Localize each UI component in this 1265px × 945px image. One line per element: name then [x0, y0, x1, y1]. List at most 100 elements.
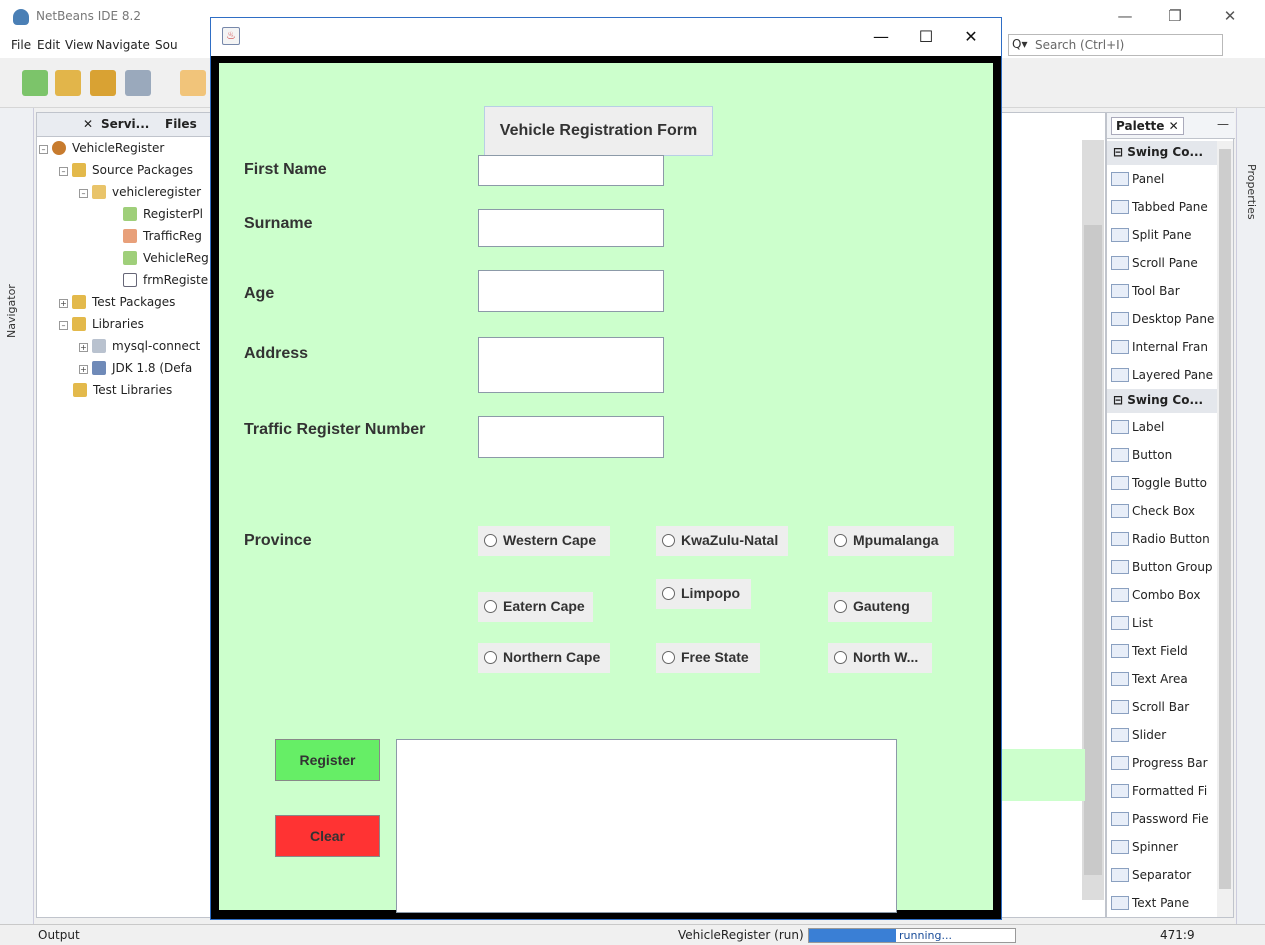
palette-item[interactable]: Combo Box [1107, 581, 1217, 609]
tree-item[interactable]: Test Libraries [73, 383, 172, 403]
radio-mpumalanga[interactable]: Mpumalanga [828, 526, 954, 556]
palette-item[interactable]: Scroll Pane [1107, 249, 1217, 277]
palette-item[interactable]: Label [1107, 413, 1217, 441]
palette-item[interactable]: Formatted Fi [1107, 777, 1217, 805]
tree-item[interactable]: – vehicleregister [79, 185, 201, 205]
component-icon [1111, 700, 1129, 714]
radio-eastern-cape[interactable]: Eatern Cape [478, 592, 593, 622]
palette-scroll-thumb[interactable] [1219, 149, 1231, 889]
palette-item[interactable]: Scroll Bar [1107, 693, 1217, 721]
palette-item[interactable]: Button [1107, 441, 1217, 469]
radio-north-west[interactable]: North W... [828, 643, 932, 673]
editor-scroll-thumb[interactable] [1084, 225, 1102, 875]
radio-limpopo[interactable]: Limpopo [656, 579, 751, 609]
palette-item[interactable]: Spinner [1107, 833, 1217, 861]
age-field[interactable] [478, 270, 664, 312]
output-text-area[interactable] [396, 739, 897, 913]
palette-item[interactable]: Layered Pane [1107, 361, 1217, 389]
palette-item[interactable]: List [1107, 609, 1217, 637]
first-name-field[interactable] [478, 155, 664, 186]
radio-circle-icon [484, 534, 497, 547]
component-icon [1111, 728, 1129, 742]
palette-item[interactable]: Check Box [1107, 497, 1217, 525]
app-minimize-button[interactable]: — [861, 24, 901, 50]
menu-edit[interactable]: Edit [37, 38, 60, 52]
tree-item[interactable]: + Test Packages [59, 295, 175, 315]
ide-close-button[interactable]: ✕ [1210, 4, 1250, 28]
open-project-icon[interactable] [90, 70, 116, 96]
save-all-icon[interactable] [125, 70, 151, 96]
palette-item[interactable]: Desktop Pane [1107, 305, 1217, 333]
navigator-tab[interactable]: Navigator [5, 268, 19, 338]
projects-panel: ✕ Servi... Files – VehicleRegister – Sourc… [36, 112, 217, 918]
radio-circle-icon [662, 587, 675, 600]
tree-item[interactable]: frmRegiste [123, 273, 208, 293]
menu-source[interactable]: Sou [155, 38, 178, 52]
tab-files[interactable]: Files [165, 117, 197, 131]
undo-icon[interactable] [180, 70, 206, 96]
address-field[interactable] [478, 337, 664, 393]
palette-item[interactable]: Button Group [1107, 553, 1217, 581]
tree-item[interactable]: + mysql-connect [79, 339, 200, 359]
radio-circle-icon [484, 600, 497, 613]
clear-button[interactable]: Clear [275, 815, 380, 857]
palette-category[interactable]: ⊟ Swing Co... [1107, 141, 1217, 165]
component-icon [1111, 616, 1129, 630]
close-icon[interactable]: ✕ [83, 117, 93, 131]
minimize-icon[interactable]: — [1217, 117, 1229, 131]
jar-icon [92, 339, 106, 353]
component-icon [1111, 172, 1129, 186]
register-button[interactable]: Register [275, 739, 380, 781]
tab-services[interactable]: Servi... [101, 117, 149, 131]
tree-item[interactable]: TrafficReg [123, 229, 202, 249]
palette-item[interactable]: Toggle Butto [1107, 469, 1217, 497]
palette-tab[interactable]: Palette ✕ [1111, 117, 1184, 135]
component-icon [1111, 448, 1129, 462]
palette-item[interactable]: Tabbed Pane [1107, 193, 1217, 221]
tree-item[interactable]: + JDK 1.8 (Defa [79, 361, 192, 381]
radio-northern-cape[interactable]: Northern Cape [478, 643, 610, 673]
palette-item[interactable]: Split Pane [1107, 221, 1217, 249]
palette-item[interactable]: Progress Bar [1107, 749, 1217, 777]
palette-item[interactable]: Text Area [1107, 665, 1217, 693]
palette-item[interactable]: Password Fie [1107, 805, 1217, 833]
palette-item[interactable]: Text Pane [1107, 889, 1217, 917]
traffic-register-number-field[interactable] [478, 416, 664, 458]
menu-view[interactable]: View [65, 38, 93, 52]
address-label: Address [244, 345, 309, 362]
app-close-button[interactable]: ✕ [951, 24, 991, 50]
component-icon [1111, 868, 1129, 882]
palette-item[interactable]: Tool Bar [1107, 277, 1217, 305]
tree-item[interactable]: – Libraries [59, 317, 144, 337]
first-name-label: First Name [244, 161, 327, 178]
palette-item[interactable]: Separator [1107, 861, 1217, 889]
radio-kwazulu-natal[interactable]: KwaZulu-Natal [656, 526, 788, 556]
radio-free-state[interactable]: Free State [656, 643, 760, 673]
new-file-icon[interactable] [22, 70, 48, 96]
palette-item[interactable]: Radio Button [1107, 525, 1217, 553]
tree-item[interactable]: RegisterPl [123, 207, 203, 227]
radio-gauteng[interactable]: Gauteng [828, 592, 932, 622]
radio-western-cape[interactable]: Western Cape [478, 526, 610, 556]
output-tab[interactable]: Output [38, 928, 80, 942]
cursor-position: 471:9 [1160, 928, 1195, 942]
run-progress-bar: running... [808, 928, 1016, 943]
palette-category[interactable]: ⊟ Swing Co... [1107, 389, 1217, 413]
tree-item[interactable]: – VehicleRegister [39, 141, 164, 161]
tree-item[interactable]: VehicleReg [123, 251, 209, 271]
palette-item[interactable]: Panel [1107, 165, 1217, 193]
ide-minimize-button[interactable]: — [1105, 4, 1145, 28]
menu-file[interactable]: File [11, 38, 31, 52]
ide-search-input[interactable]: Q▾ Search (Ctrl+I) [1008, 34, 1223, 56]
new-project-icon[interactable] [55, 70, 81, 96]
palette-item[interactable]: Internal Fran [1107, 333, 1217, 361]
tree-item[interactable]: – Source Packages [59, 163, 193, 183]
properties-tab[interactable]: Properties [1245, 164, 1258, 220]
ide-restore-button[interactable]: ❐ [1155, 4, 1195, 28]
app-maximize-button[interactable]: ☐ [906, 24, 946, 50]
surname-field[interactable] [478, 209, 664, 247]
editor-preview-fill [993, 749, 1085, 801]
palette-item[interactable]: Slider [1107, 721, 1217, 749]
menu-navigate[interactable]: Navigate [96, 38, 150, 52]
palette-item[interactable]: Text Field [1107, 637, 1217, 665]
